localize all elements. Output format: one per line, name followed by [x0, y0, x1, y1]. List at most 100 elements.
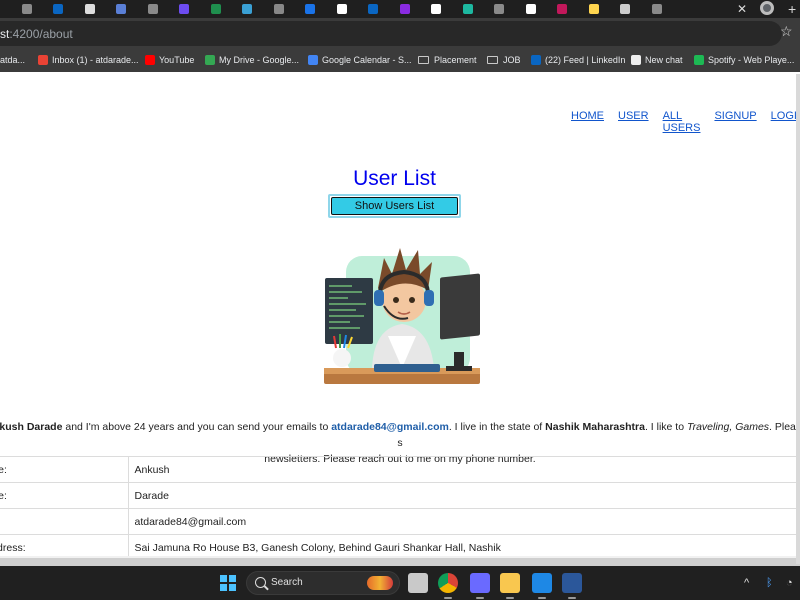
word-icon[interactable] — [562, 573, 582, 593]
gmail-icon — [38, 55, 48, 65]
bookmark-star-icon[interactable]: ☆ — [780, 24, 793, 38]
browser-tab[interactable] — [12, 0, 41, 18]
bookmark-item[interactable]: atda... — [0, 53, 25, 67]
running-indicator — [476, 597, 484, 599]
close-tab-button[interactable]: ✕ — [733, 0, 751, 18]
browser-tab[interactable] — [327, 0, 356, 18]
browser-tab[interactable] — [201, 0, 230, 18]
browser-tab[interactable] — [642, 0, 671, 18]
nav-link-logi[interactable]: LOGI — [771, 110, 797, 134]
show-users-button-focus-ring: Show Users List — [328, 194, 461, 218]
horizontal-scrollbar[interactable] — [0, 558, 800, 566]
vscode-icon[interactable] — [532, 573, 552, 593]
address-bar[interactable]: st:4200/about — [0, 21, 782, 46]
search-label: Search — [271, 577, 303, 588]
browser-tab[interactable] — [44, 0, 73, 18]
tab-favicon-icon — [462, 4, 473, 14]
bio-name: nkush Darade — [0, 421, 63, 433]
bio-likes: Traveling, Games — [686, 421, 770, 433]
browser-tab[interactable] — [107, 0, 136, 18]
browser-tab[interactable] — [485, 0, 514, 18]
network-icon[interactable]: ◔ — [786, 576, 793, 590]
tab-favicon-icon — [210, 4, 221, 14]
bookmark-label: JOB — [503, 55, 521, 65]
bookmark-item[interactable]: (22) Feed | LinkedIn — [531, 53, 625, 67]
browser-tab[interactable] — [170, 0, 199, 18]
main-nav: HOME USER ALL USERS SIGNUP LOGI — [571, 110, 800, 134]
bookmark-label: (22) Feed | LinkedIn — [545, 55, 626, 65]
user-details-table: Name:AnkushName:Daradeil:atdarade84@gmai… — [0, 456, 800, 561]
tray-chevron-icon[interactable]: ^ — [744, 576, 749, 590]
taskbar-search[interactable]: Search — [246, 571, 400, 595]
browser-tab[interactable] — [296, 0, 325, 18]
browser-tab[interactable] — [516, 0, 545, 18]
bookmark-item[interactable]: JOB — [487, 53, 521, 67]
youtube-icon — [145, 55, 155, 65]
bookmark-label: Spotify - Web Playe... — [708, 55, 795, 65]
show-users-button[interactable]: Show Users List — [331, 197, 458, 215]
browser-tab[interactable] — [390, 0, 419, 18]
tab-favicon-icon — [620, 4, 630, 14]
nav-link-user[interactable]: USER — [618, 110, 649, 134]
bluetooth-icon[interactable]: ᛒ — [766, 576, 773, 590]
bookmark-item[interactable]: My Drive - Google... — [205, 53, 299, 67]
developer-avatar-illustration — [324, 248, 480, 384]
browser-tab[interactable] — [611, 0, 640, 18]
detail-value: Darade — [128, 482, 800, 509]
new-tab-button[interactable]: + — [788, 0, 796, 18]
bookmark-item[interactable]: Spotify - Web Playe... — [694, 53, 794, 67]
bookmark-item[interactable]: Placement — [418, 53, 477, 67]
browser-tab[interactable] — [579, 0, 608, 18]
search-icon — [255, 577, 266, 588]
bookmark-label: Google Calendar - S... — [322, 55, 412, 65]
table-row: il:atdarade84@gmail.com — [0, 508, 800, 535]
app-icon[interactable] — [470, 573, 490, 593]
bio-text: . I like to — [644, 421, 687, 433]
linkedin-icon — [531, 55, 541, 65]
tab-favicon-icon — [305, 4, 315, 14]
nav-link-signup[interactable]: SIGNUP — [714, 110, 756, 134]
running-indicator — [568, 597, 576, 599]
bio-text: and I'm above 24 years and you can send … — [62, 421, 332, 433]
vertical-scrollbar[interactable] — [796, 74, 800, 564]
tab-favicon-icon — [21, 4, 32, 14]
tab-favicon-icon — [399, 4, 410, 14]
running-indicator — [538, 597, 546, 599]
browser-tab[interactable] — [548, 0, 577, 18]
bio-email: atdarade84@gmail.com — [331, 421, 449, 433]
tab-favicon-icon — [147, 4, 158, 14]
bookmark-item[interactable]: New chat — [631, 53, 683, 67]
bookmark-label: Inbox (1) - atdarade... — [52, 55, 139, 65]
bookmark-item[interactable]: Inbox (1) - atdarade... — [38, 53, 139, 67]
folder-icon — [487, 56, 498, 64]
nav-link-all-users[interactable]: ALL USERS — [663, 110, 701, 134]
spotify-icon — [694, 55, 704, 65]
detail-label: il: — [0, 508, 129, 535]
browser-tab[interactable] — [422, 0, 451, 18]
browser-tab[interactable] — [233, 0, 262, 18]
browser-tab[interactable] — [138, 0, 167, 18]
page-title: User List — [353, 167, 436, 190]
folder-icon[interactable] — [500, 573, 520, 593]
browser-tab[interactable] — [75, 0, 104, 18]
bio-text: . I live in the state of — [448, 421, 546, 433]
nav-link-home[interactable]: HOME — [571, 110, 604, 134]
tab-favicon-icon — [242, 4, 252, 14]
search-highlight-icon — [367, 576, 393, 590]
tab-favicon-icon — [84, 4, 95, 14]
windows-start-icon[interactable] — [220, 575, 236, 591]
browser-tab[interactable] — [264, 0, 293, 18]
file-explorer-alt-icon[interactable] — [408, 573, 428, 593]
folder-icon — [418, 56, 429, 64]
bookmark-label: Placement — [434, 55, 477, 65]
browser-tab[interactable] — [359, 0, 388, 18]
chrome-icon[interactable] — [438, 573, 458, 593]
browser-tab[interactable] — [453, 0, 482, 18]
bio-state: Nashik Maharashtra — [545, 421, 645, 433]
bookmark-item[interactable]: YouTube — [145, 53, 194, 67]
tab-favicon-icon — [431, 4, 441, 14]
detail-value: atdarade84@gmail.com — [128, 508, 800, 535]
bookmark-label: My Drive - Google... — [219, 55, 300, 65]
bookmark-item[interactable]: Google Calendar - S... — [308, 53, 412, 67]
tab-favicon-icon — [273, 4, 284, 14]
